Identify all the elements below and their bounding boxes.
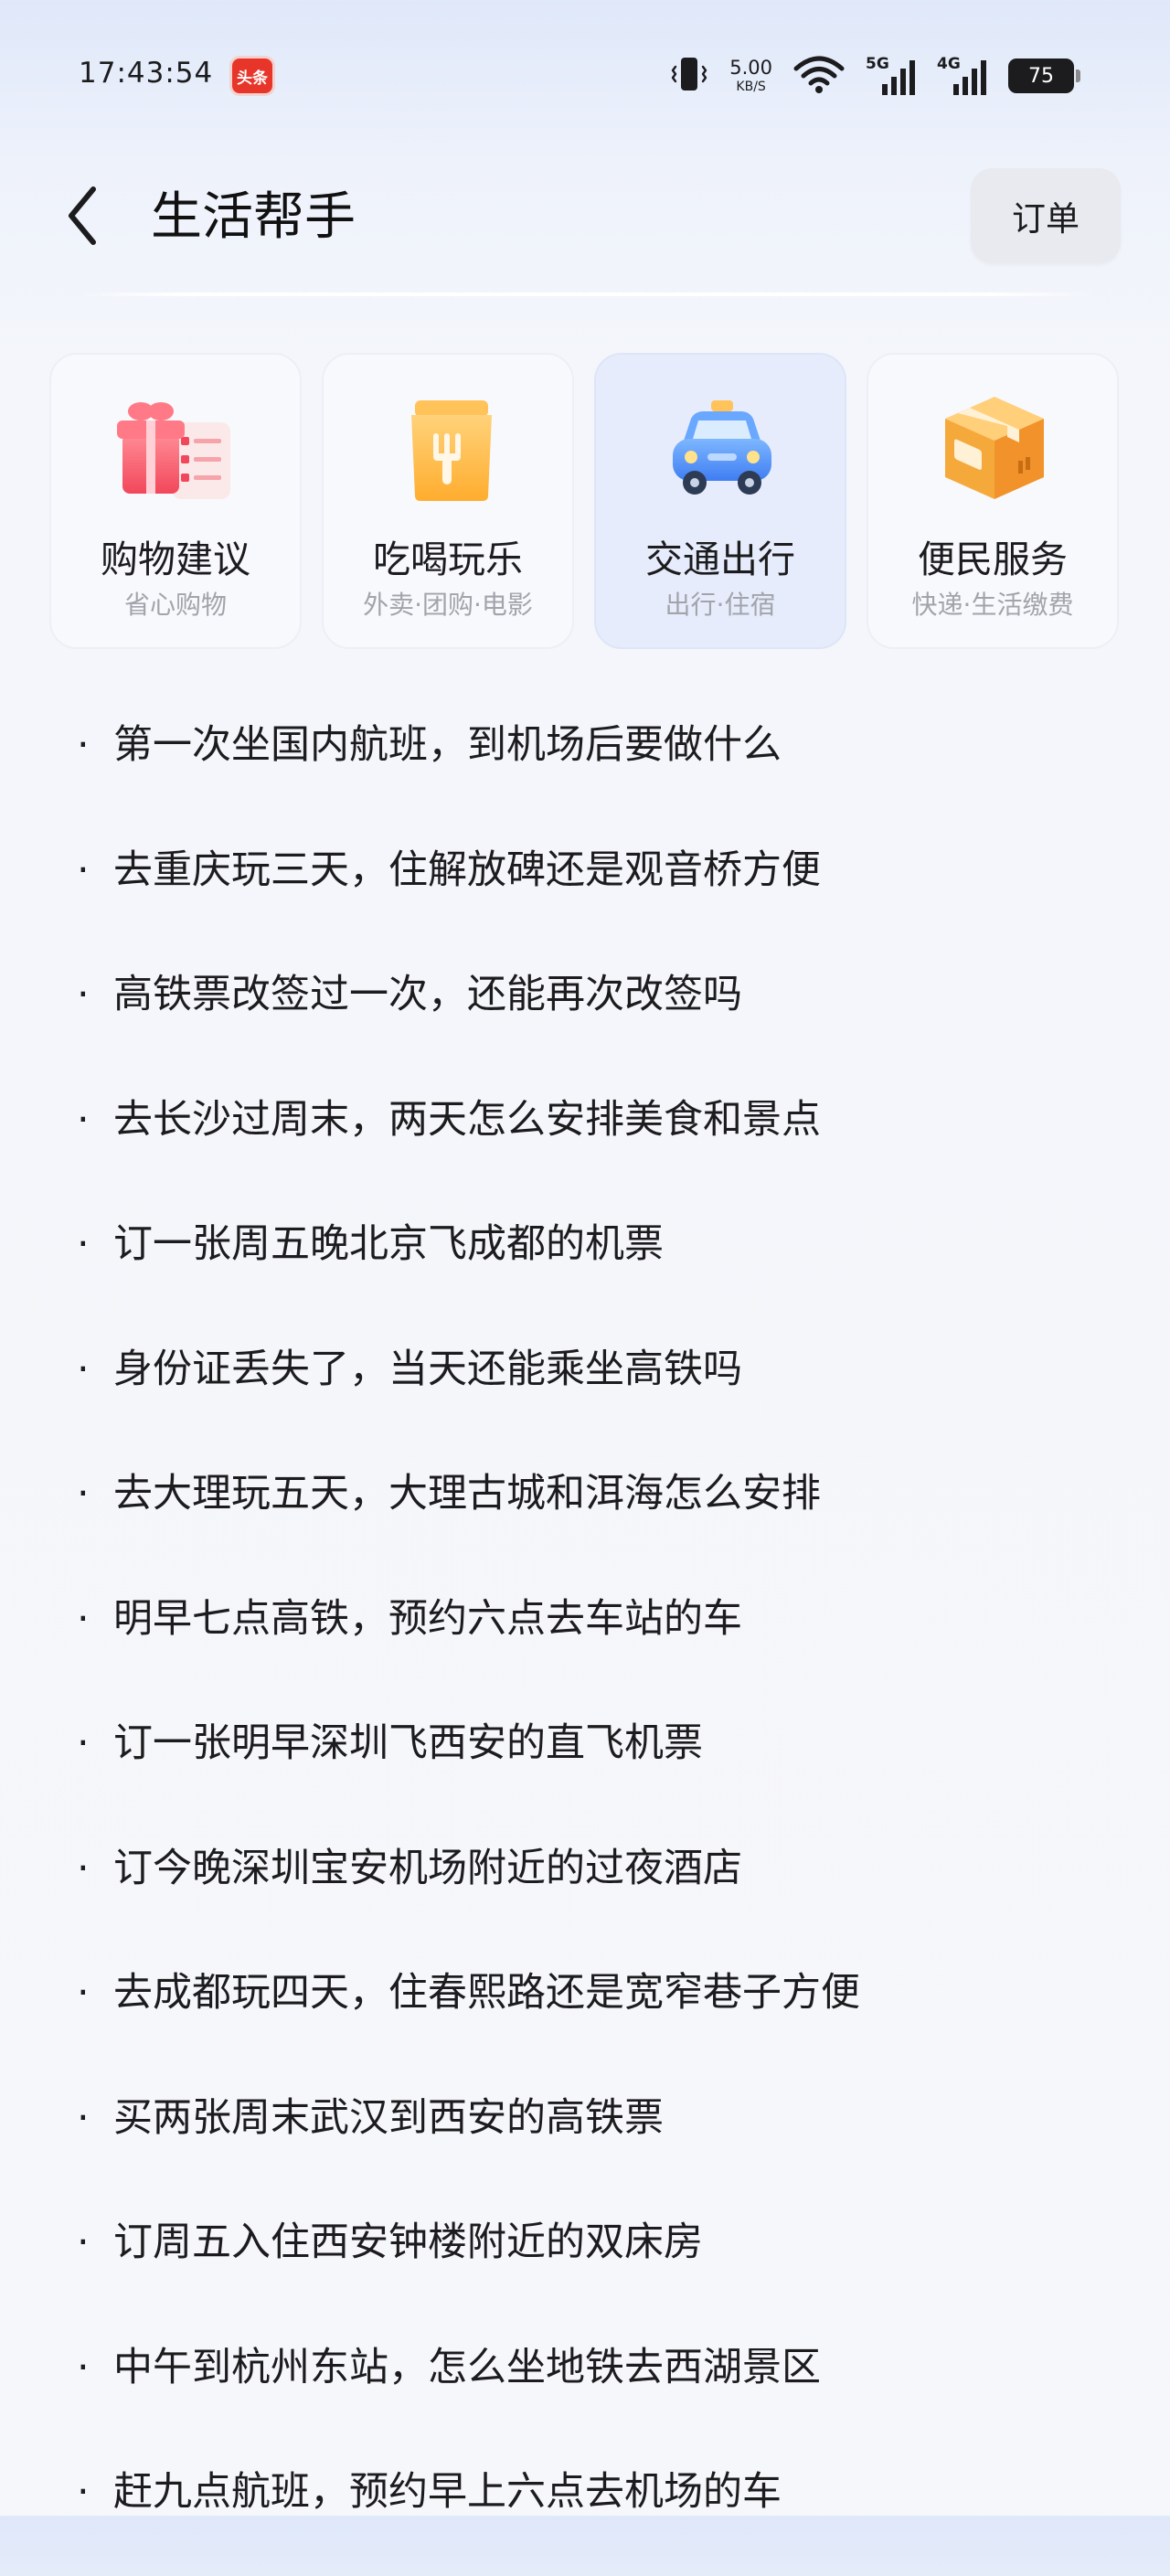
suggestion-text: 订周五入住西安钟楼附近的双床房: [113, 2219, 703, 2265]
toutiao-app-badge: 头条: [232, 59, 272, 93]
suggestion-text: 订一张周五晚北京飞成都的机票: [113, 1221, 664, 1267]
category-subtitle: 快递·生活缴费: [911, 590, 1074, 620]
suggestion-text: 订一张明早深圳飞西安的直飞机票: [113, 1720, 703, 1766]
suggestion-list: · 第一次坐国内航班，到机场后要做什么 · 去重庆玩三天，住解放碑还是观音桥方便 ·…: [77, 704, 1101, 2576]
takeout-bag-icon: [386, 388, 514, 506]
suggestion-item[interactable]: · 订周五入住西安钟楼附近的双床房: [77, 2201, 1101, 2326]
category-services[interactable]: 便民服务 快递·生活缴费: [867, 353, 1119, 649]
page-title: 生活帮手: [151, 187, 356, 247]
bullet: ·: [77, 846, 90, 893]
bullet: ·: [77, 1595, 90, 1642]
status-icons: 5.00 KB/S 5G 4G 75: [669, 53, 1080, 99]
vibrate-icon: [669, 54, 709, 98]
bullet: ·: [77, 2344, 90, 2390]
category-subtitle: 省心购物: [123, 590, 227, 620]
suggestion-text: 去大理玩五天，大理古城和洱海怎么安排: [113, 1471, 821, 1517]
suggestion-text: 去成都玩四天，住春熙路还是宽窄巷子方便: [113, 1970, 860, 2016]
bullet: ·: [77, 1720, 90, 1766]
category-subtitle: 出行·住宿: [665, 590, 776, 620]
order-button[interactable]: 订单: [971, 168, 1121, 263]
suggestion-item[interactable]: · 去大理玩五天，大理古城和洱海怎么安排: [77, 1453, 1101, 1578]
bullet: ·: [77, 2469, 90, 2515]
speed-unit: KB/S: [736, 80, 766, 94]
package-box-icon: [931, 388, 1058, 506]
suggestion-item[interactable]: · 高铁票改签过一次，还能再次改签吗: [77, 953, 1101, 1079]
bullet: ·: [77, 1096, 90, 1143]
suggestion-item[interactable]: · 去长沙过周末，两天怎么安排美食和景点: [77, 1079, 1101, 1204]
battery-icon: 75: [1008, 59, 1080, 93]
suggestion-text: 明早七点高铁，预约六点去车站的车: [113, 1595, 742, 1642]
suggestion-item[interactable]: · 订一张明早深圳飞西安的直飞机票: [77, 1702, 1101, 1827]
suggestion-item[interactable]: · 去成都玩四天，住春熙路还是宽窄巷子方便: [77, 1952, 1101, 2077]
suggestion-text: 订今晚深圳宝安机场附近的过夜酒店: [113, 1845, 742, 1891]
suggestion-text: 身份证丢失了，当天还能乘坐高铁吗: [113, 1346, 742, 1392]
gift-checklist-icon: [113, 388, 241, 506]
suggestion-text: 买两张周末武汉到西安的高铁票: [113, 2094, 664, 2141]
category-title: 购物建议: [101, 538, 250, 581]
category-food[interactable]: 吃喝玩乐 外卖·团购·电影: [322, 353, 574, 649]
suggestion-text: 第一次坐国内航班，到机场后要做什么: [113, 722, 782, 768]
bullet: ·: [77, 1471, 90, 1517]
suggestion-item[interactable]: · 中午到杭州东站，怎么坐地铁去西湖景区: [77, 2326, 1101, 2452]
bullet: ·: [77, 2094, 90, 2141]
suggestion-text: 高铁票改签过一次，还能再次改签吗: [113, 972, 742, 1017]
bullet: ·: [77, 2219, 90, 2265]
bullet: ·: [77, 1970, 90, 2016]
speed-value: 5.00: [729, 57, 772, 79]
status-time: 17:43:54: [79, 57, 214, 90]
suggestion-item[interactable]: · 买两张周末武汉到西安的高铁票: [77, 2077, 1101, 2202]
battery-level: 75: [1008, 59, 1074, 93]
suggestion-item[interactable]: · 赶九点航班，预约早上六点去机场的车: [77, 2451, 1101, 2576]
bullet: ·: [77, 1346, 90, 1392]
suggestion-item[interactable]: · 订今晚深圳宝安机场附近的过夜酒店: [77, 1827, 1101, 1953]
bullet: ·: [77, 722, 90, 768]
category-grid: 购物建议 省心购物 吃喝玩乐 外卖·团购·电影 交通出行 出行·住宿 便民服务 …: [49, 353, 1121, 651]
suggestion-text: 去重庆玩三天，住解放碑还是观音桥方便: [113, 846, 821, 893]
bullet: ·: [77, 972, 90, 1017]
header-divider: [77, 293, 1093, 296]
status-bar: 17:43:54 头条 5.00 KB/S 5G 4G 75: [0, 0, 1170, 155]
category-subtitle: 外卖·团购·电影: [363, 590, 533, 620]
category-shopping[interactable]: 购物建议 省心购物: [49, 353, 302, 649]
category-title: 吃喝玩乐: [373, 538, 523, 581]
bullet: ·: [77, 1845, 90, 1891]
signal-4g-icon: 4G: [937, 55, 988, 97]
suggestion-item[interactable]: · 身份证丢失了，当天还能乘坐高铁吗: [77, 1328, 1101, 1453]
wifi-icon: [792, 54, 846, 98]
suggestion-item[interactable]: · 第一次坐国内航班，到机场后要做什么: [77, 704, 1101, 829]
network-speed: 5.00 KB/S: [729, 57, 772, 94]
suggestion-text: 中午到杭州东站，怎么坐地铁去西湖景区: [113, 2344, 821, 2390]
category-transport[interactable]: 交通出行 出行·住宿: [594, 353, 846, 649]
suggestion-item[interactable]: · 订一张周五晚北京飞成都的机票: [77, 1203, 1101, 1328]
back-button[interactable]: [55, 181, 110, 254]
category-title: 交通出行: [645, 538, 795, 581]
car-icon: [658, 388, 786, 506]
suggestion-item[interactable]: · 明早七点高铁，预约六点去车站的车: [77, 1578, 1101, 1703]
category-title: 便民服务: [918, 538, 1068, 581]
bullet: ·: [77, 1221, 90, 1267]
suggestion-text: 赶九点航班，预约早上六点去机场的车: [113, 2469, 782, 2515]
suggestion-item[interactable]: · 去重庆玩三天，住解放碑还是观音桥方便: [77, 829, 1101, 954]
chevron-left-icon: [64, 184, 101, 251]
signal-5g-icon: 5G: [866, 55, 917, 97]
header: 生活帮手 订单: [0, 165, 1170, 296]
suggestion-text: 去长沙过周末，两天怎么安排美食和景点: [113, 1096, 821, 1143]
